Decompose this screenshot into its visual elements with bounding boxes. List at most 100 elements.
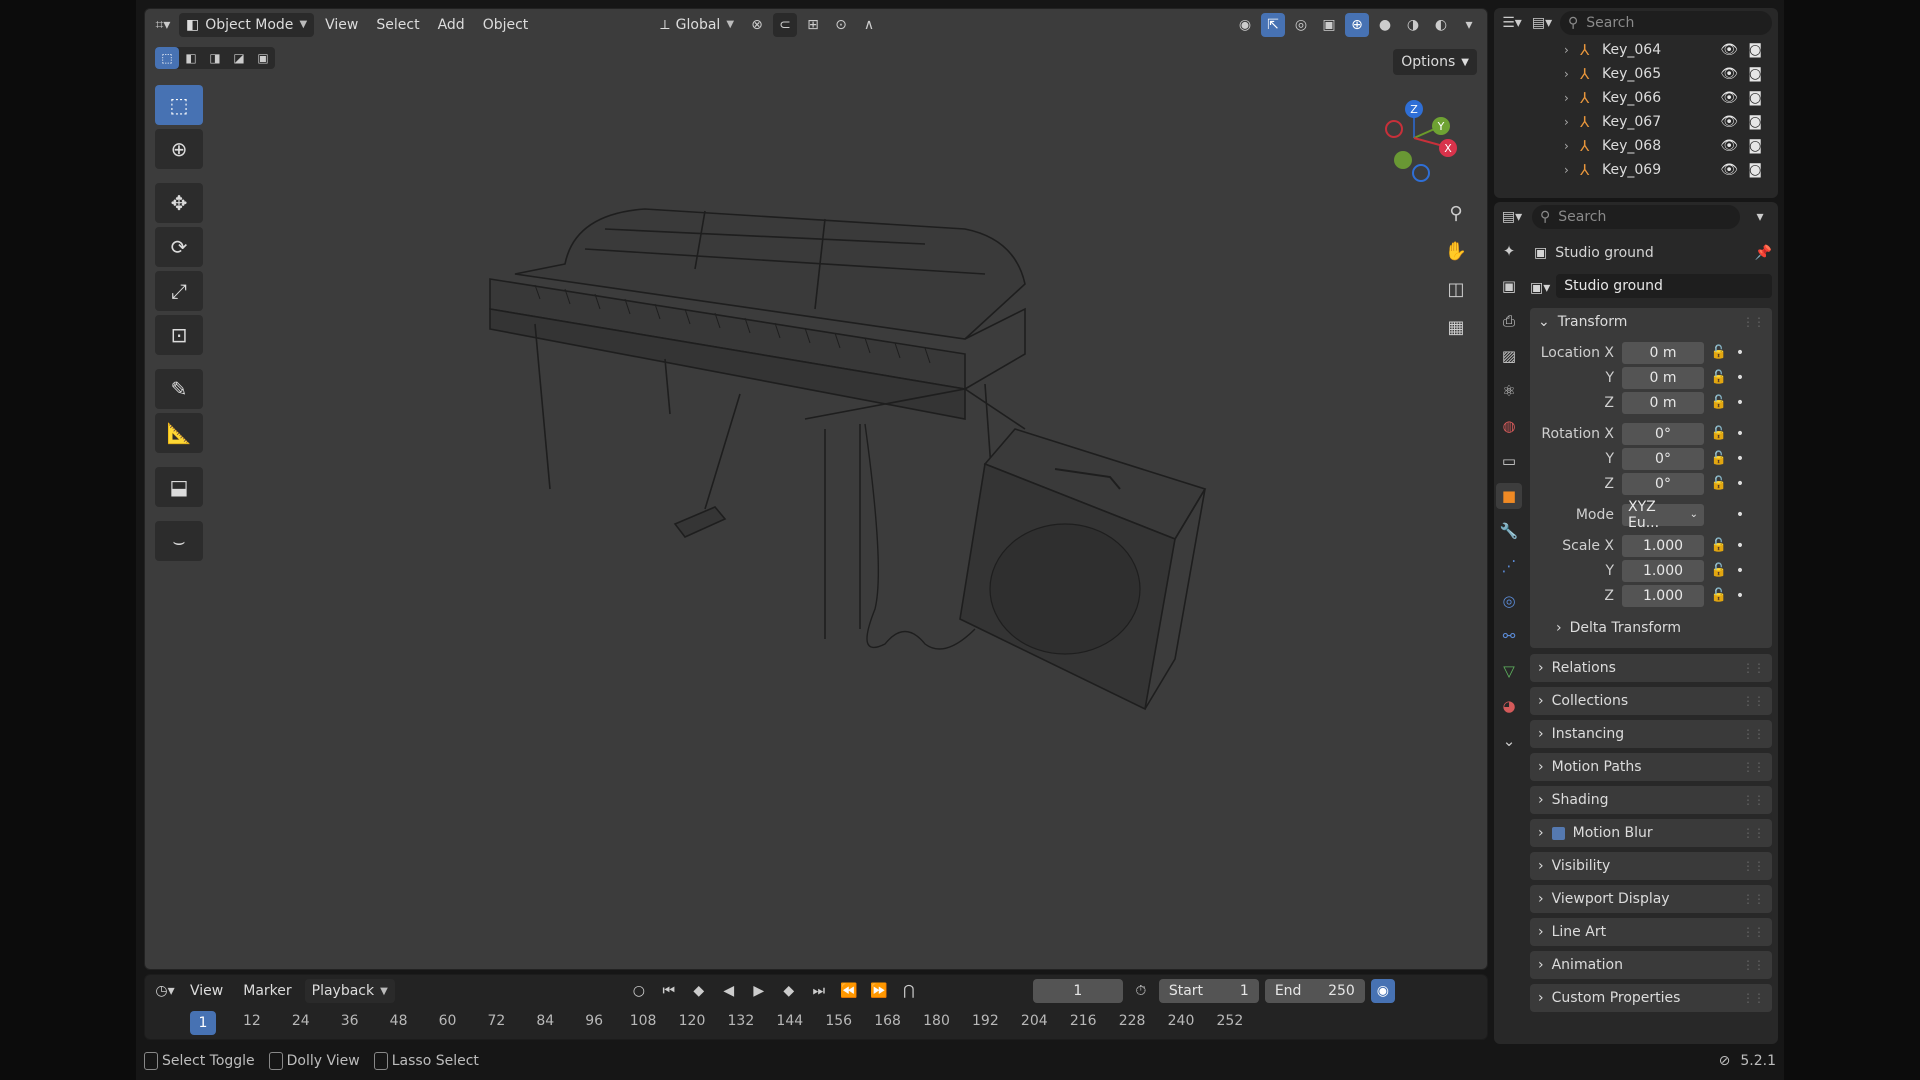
rotation-y-field[interactable]: 0° <box>1622 447 1704 470</box>
keyframe-dot-icon[interactable]: • <box>1730 538 1750 554</box>
lock-icon[interactable]: 🔓 <box>1708 588 1730 603</box>
drag-grip-icon[interactable]: ⋮⋮ <box>1742 892 1765 906</box>
camera-icon[interactable]: ◙ <box>1748 114 1762 130</box>
panel-header[interactable]: › Viewport Display ⋮⋮ <box>1530 885 1772 913</box>
chevron-right-icon[interactable]: › <box>1564 67 1580 81</box>
navigation-gizmo[interactable]: Z Y X <box>1359 93 1469 193</box>
keyframe-dot-icon[interactable]: • <box>1730 370 1750 386</box>
display-mode-icon[interactable]: ▤▾ <box>1530 11 1554 35</box>
outliner-item[interactable]: › ⅄ Key_065 👁 ◙ <box>1494 62 1778 86</box>
timeline-ruler[interactable]: 1 12 24 36 48 60 72 84 96 108 120 132 144 156 168 180 19… <box>145 1007 1487 1041</box>
camera-icon[interactable]: ◙ <box>1748 90 1762 106</box>
outliner-item[interactable]: › ⅄ Key_067 👁 ◙ <box>1494 110 1778 134</box>
keyframe-dot-icon[interactable]: • <box>1730 507 1750 523</box>
drag-grip-icon[interactable]: ⋮⋮ <box>1742 793 1765 807</box>
panel-shading[interactable]: › Shading ⋮⋮ <box>1530 786 1772 814</box>
lock-icon[interactable]: 🔓 <box>1708 451 1730 466</box>
current-frame-indicator[interactable]: 1 <box>190 1011 216 1035</box>
outliner-item[interactable]: › ⅄ Key_069 👁 ◙ <box>1494 158 1778 182</box>
camera-icon[interactable]: ◙ <box>1748 162 1762 178</box>
panel-header[interactable]: › Motion Blur ⋮⋮ <box>1530 819 1772 847</box>
panel-header[interactable]: › Instancing ⋮⋮ <box>1530 720 1772 748</box>
object-browse-icon[interactable]: ▣▾ <box>1530 280 1550 296</box>
panel-visibility[interactable]: › Visibility ⋮⋮ <box>1530 852 1772 880</box>
location-z-field[interactable]: 0 m <box>1622 391 1704 414</box>
menu-select[interactable]: Select <box>369 13 426 37</box>
snap-icon[interactable]: ⊂ <box>773 12 798 37</box>
properties-editor[interactable]: ▤▾ ⚲ Search ▾ ✦ ▣ ⎙ ▨ ⚛ ◍ ▭ ■ 🔧 ⋰ ◎ ⚯ ▽ … <box>1494 202 1778 1044</box>
camera-icon[interactable]: ◙ <box>1748 66 1762 82</box>
tool-tab-icon[interactable]: ✦ <box>1496 238 1522 264</box>
drag-grip-icon[interactable]: ⋮⋮ <box>1742 661 1765 675</box>
outliner-item[interactable]: › ⅄ Key_068 👁 ◙ <box>1494 134 1778 158</box>
material-shading-icon[interactable]: ◑ <box>1401 13 1425 37</box>
rendered-shading-icon[interactable]: ◐ <box>1429 13 1453 37</box>
panel-header[interactable]: › Custom Properties ⋮⋮ <box>1530 984 1772 1012</box>
mode-dropdown[interactable]: ◧ Object Mode ▼ <box>179 12 315 37</box>
shear-tool[interactable]: ⌣ <box>155 521 203 561</box>
overlay-icon[interactable]: ◎ <box>1289 13 1313 37</box>
outliner-editor-icon[interactable]: ☰▾ <box>1500 11 1524 35</box>
eye-icon[interactable]: 👁 <box>1720 162 1738 178</box>
orientation-dropdown[interactable]: ⟂ Global ▼ <box>653 13 741 37</box>
panel-animation[interactable]: › Animation ⋮⋮ <box>1530 951 1772 979</box>
location-y-field[interactable]: 0 m <box>1622 366 1704 389</box>
drag-grip-icon[interactable]: ⋮⋮ <box>1742 315 1765 329</box>
pin-icon[interactable]: 📌 <box>1755 245 1772 261</box>
drag-grip-icon[interactable]: ⋮⋮ <box>1742 826 1765 840</box>
drag-grip-icon[interactable]: ⋮⋮ <box>1742 991 1765 1005</box>
scale-z-field[interactable]: 1.000 <box>1622 584 1704 607</box>
select-intersect-icon[interactable]: ▣ <box>251 47 275 69</box>
next-keyframe-icon[interactable]: ◆ <box>777 979 801 1003</box>
view-layer-tab-icon[interactable]: ▨ <box>1496 343 1522 369</box>
keyframe-dot-icon[interactable]: • <box>1730 476 1750 492</box>
location-x-field[interactable]: 0 m <box>1622 341 1704 364</box>
3d-viewport[interactable]: ⌗▾ ◧ Object Mode ▼ View Select Add Object… <box>144 8 1488 970</box>
menu-object[interactable]: Object <box>476 13 536 37</box>
collection-tab-icon[interactable]: ▭ <box>1496 448 1522 474</box>
prev-frame-icon[interactable]: ⏪ <box>837 979 861 1003</box>
lock-icon[interactable]: 🔓 <box>1708 395 1730 410</box>
panel-collections[interactable]: › Collections ⋮⋮ <box>1530 687 1772 715</box>
rotate-tool[interactable]: ⟳ <box>155 227 203 267</box>
select-extend-icon[interactable]: ◧ <box>179 47 203 69</box>
drag-grip-icon[interactable]: ⋮⋮ <box>1742 760 1765 774</box>
render-tab-icon[interactable]: ▣ <box>1496 273 1522 299</box>
chevron-right-icon[interactable]: › <box>1564 139 1580 153</box>
chevron-right-icon[interactable]: › <box>1564 43 1580 57</box>
menu-view[interactable]: View <box>318 13 365 37</box>
add-cube-tool[interactable]: ⬓ <box>155 467 203 507</box>
rotation-z-field[interactable]: 0° <box>1622 472 1704 495</box>
properties-editor-icon[interactable]: ▤▾ <box>1500 205 1524 229</box>
chevron-right-icon[interactable]: › <box>1564 91 1580 105</box>
lock-icon[interactable]: 🔓 <box>1708 370 1730 385</box>
select-subtract-icon[interactable]: ◨ <box>203 47 227 69</box>
transform-panel-header[interactable]: ⌄ Transform ⋮⋮ <box>1530 308 1772 336</box>
panel-line-art[interactable]: › Line Art ⋮⋮ <box>1530 918 1772 946</box>
panel-motion-paths[interactable]: › Motion Paths ⋮⋮ <box>1530 753 1772 781</box>
world-tab-icon[interactable]: ◍ <box>1496 413 1522 439</box>
wireframe-scene[interactable] <box>405 189 1485 909</box>
eye-icon[interactable]: 👁 <box>1720 66 1738 82</box>
timeline-editor[interactable]: ◷▾ View Marker Playback ▼ ○ ⏮ ◆ ◀ ▶ ◆ ⏭ ⏪… <box>144 974 1488 1040</box>
xray-icon[interactable]: ▣ <box>1317 13 1341 37</box>
stopwatch-icon[interactable]: ⏱ <box>1129 979 1153 1003</box>
proportional-edit-icon[interactable]: ⊙ <box>829 13 853 37</box>
gizmo-icon[interactable]: ⇱ <box>1261 12 1285 37</box>
keyframe-dot-icon[interactable]: • <box>1730 588 1750 604</box>
eye-icon[interactable]: 👁 <box>1720 114 1738 130</box>
visibility-icon[interactable]: ◉ <box>1233 13 1257 37</box>
editor-type-icon[interactable]: ⌗▾ <box>151 13 175 37</box>
annotate-tool[interactable]: ✎ <box>155 369 203 409</box>
scale-tool[interactable]: ⤢ <box>155 271 203 311</box>
play-reverse-icon[interactable]: ◀ <box>717 979 741 1003</box>
lock-icon[interactable]: 🔓 <box>1708 538 1730 553</box>
eye-icon[interactable]: 👁 <box>1720 42 1738 58</box>
outliner[interactable]: ☰▾ ▤▾ ⚲ Search › ⅄ Key_064 👁 ◙ › ⅄ Key_065 👁 ◙ › ⅄ K… <box>1494 8 1778 198</box>
keyframe-dot-icon[interactable]: • <box>1730 563 1750 579</box>
material-tab-icon[interactable]: ◕ <box>1496 693 1522 719</box>
select-box-tool[interactable]: ⬚ <box>155 85 203 125</box>
options-dropdown[interactable]: Options ▼ <box>1393 49 1477 75</box>
solid-shading-icon[interactable]: ● <box>1373 13 1397 37</box>
cursor-tool[interactable]: ⊕ <box>155 129 203 169</box>
